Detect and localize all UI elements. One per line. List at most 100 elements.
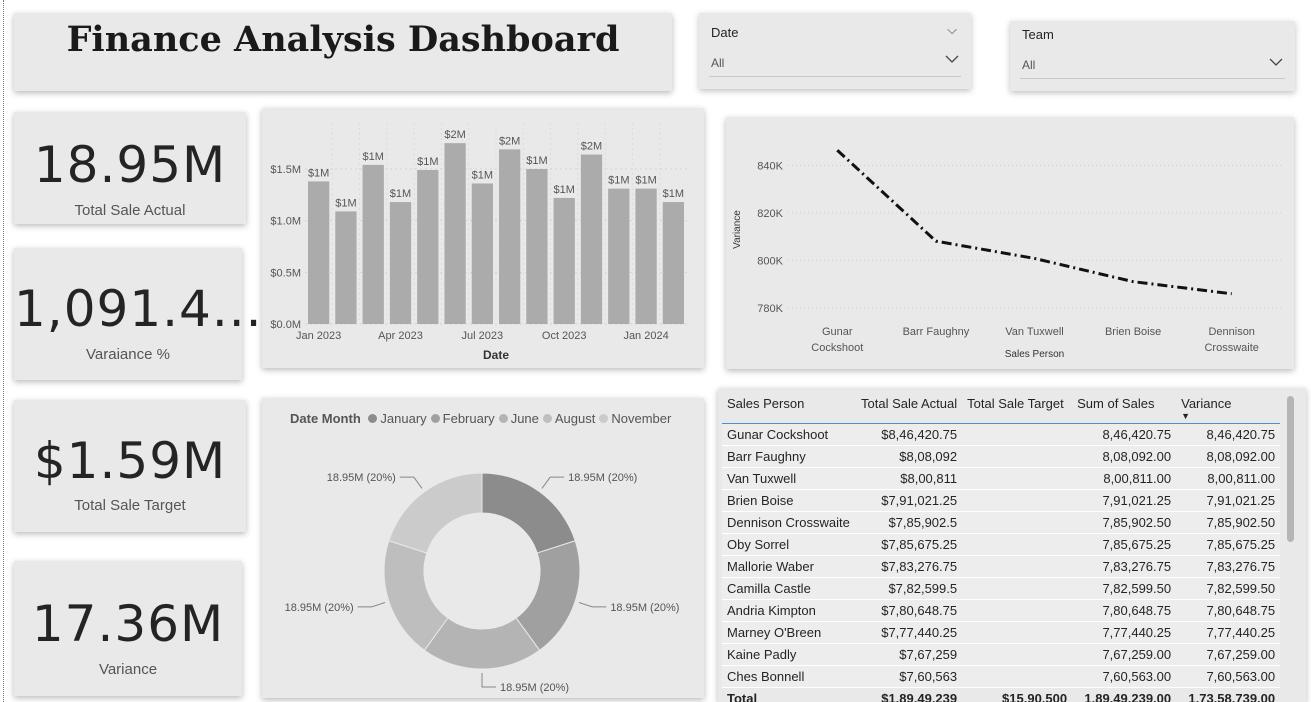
- table-cell: [962, 533, 1073, 556]
- page-title: Finance Analysis Dashboard: [66, 19, 620, 60]
- bar-data-label: $1M: [472, 169, 493, 181]
- x-tick-label: Jan 2024: [623, 330, 668, 342]
- donut-slice: [481, 472, 576, 554]
- variance-line-chart-card: 780K 800K 820K 840K Gunar Cockshoot Barr Faugh…: [726, 117, 1294, 369]
- legend-item[interactable]: January: [368, 411, 427, 426]
- bar: [662, 202, 684, 324]
- table-row[interactable]: Kaine Padly $7,67,259 7,67,259.00 7,67,259.…: [722, 643, 1281, 666]
- table-cell: 7,67,259.00: [1176, 643, 1281, 666]
- table-row[interactable]: Andria Kimpton $7,80,648.75 7,80,648.75 7,8…: [722, 599, 1281, 622]
- date-slicer-value[interactable]: All: [711, 56, 724, 70]
- table-cell: $7,83,276.75: [856, 555, 963, 578]
- table-cell: $7,80,648.75: [856, 599, 963, 622]
- kpi-card-variance: 17.36M Variance: [14, 561, 242, 696]
- monthly-sales-chart-card: $0.0M $0.5M $1.0M $1.5M $1M $1M $1M $1M $1M $2M $1…: [262, 108, 704, 368]
- legend-dot-icon: [542, 414, 552, 423]
- table-cell: Oby Sorrel: [722, 533, 856, 556]
- bar-data-label: $2M: [581, 141, 602, 153]
- total-cell: 1,89,49,239.00: [1072, 687, 1177, 702]
- y-tick-label: 800K: [757, 255, 783, 267]
- table-row[interactable]: Ches Bonnell $7,60,563 7,60,563.00 7,60,563…: [722, 665, 1281, 688]
- bar-data-label: $1M: [308, 167, 329, 179]
- table-row[interactable]: Barr Faughny $8,08,092 8,08,092.00 8,08,092…: [722, 445, 1281, 468]
- team-slicer-underline: [1020, 78, 1285, 79]
- column-header-sales-person[interactable]: Sales Person: [722, 392, 856, 424]
- slice-label: 18.95M (20%): [500, 682, 569, 694]
- bar: [308, 181, 330, 324]
- bar: [471, 183, 493, 324]
- table-scrollbar[interactable]: [1287, 396, 1294, 542]
- sort-descending-icon[interactable]: ▼: [1181, 411, 1190, 421]
- table-cell: Camilla Castle: [722, 577, 856, 600]
- legend-item[interactable]: February: [430, 411, 495, 426]
- bar: [635, 188, 657, 324]
- table-cell: [962, 489, 1073, 512]
- table-row[interactable]: Brien Boise $7,91,021.25 7,91,021.25 7,91,0…: [722, 489, 1281, 512]
- x-tick-label-line: Crosswaite: [1204, 342, 1258, 354]
- table-cell: $7,77,440.25: [856, 621, 963, 644]
- variance-series-line: [836, 149, 1232, 296]
- total-cell: 1,73,58,739.00: [1176, 687, 1281, 702]
- slice-leader-line: [481, 673, 496, 688]
- table-cell: Dennison Crosswaite: [722, 511, 856, 534]
- x-tick-label-line: Cockshoot: [811, 342, 863, 354]
- x-tick-label: Gunar Cockshoot: [811, 326, 863, 354]
- table-cell: [962, 445, 1073, 468]
- table-row[interactable]: Dennison Crosswaite $7,85,902.5 7,85,902.5…: [722, 511, 1281, 534]
- kpi-value: 17.36M: [31, 595, 225, 653]
- bar-data-label: $1M: [608, 175, 629, 187]
- table-cell: 7,77,440.25: [1072, 621, 1177, 644]
- table-cell: [962, 599, 1073, 622]
- legend-label: June: [510, 411, 539, 426]
- bar-data-label: $2M: [444, 129, 465, 141]
- bar: [553, 197, 575, 324]
- donut-slice: [388, 472, 483, 554]
- team-dropdown-chevron-icon[interactable]: [1269, 54, 1283, 70]
- bar: [417, 170, 439, 324]
- table-cell: [962, 423, 1073, 446]
- table-row[interactable]: Van Tuxwell $8,00,811 8,00,811.00 8,00,811.…: [722, 467, 1281, 490]
- table-cell: [962, 621, 1073, 644]
- table-cell: 7,80,648.75: [1176, 599, 1281, 622]
- table-row[interactable]: Gunar Cockshoot $8,46,420.75 8,46,420.75 8,…: [722, 423, 1281, 446]
- date-dropdown-chevron-icon[interactable]: [945, 51, 959, 67]
- table-cell: $7,85,675.25: [856, 533, 963, 556]
- kpi-card-total-sale-target: $1.59M Total Sale Target: [14, 400, 246, 532]
- team-slicer-value[interactable]: All: [1022, 58, 1035, 72]
- legend-item[interactable]: August: [542, 411, 595, 426]
- x-tick-label-line: Brien Boise: [1105, 326, 1161, 338]
- table-row[interactable]: Mallorie Waber $7,83,276.75 7,83,276.75 7,8…: [722, 555, 1281, 578]
- bar-data-label: $2M: [499, 135, 520, 147]
- bar: [389, 202, 412, 324]
- table-cell: 7,85,675.25: [1072, 533, 1177, 556]
- x-tick-label-line: Barr Faughny: [903, 326, 970, 338]
- table-row[interactable]: Marney O'Breen $7,77,440.25 7,77,440.25 7,7…: [722, 621, 1281, 644]
- table-cell: Mallorie Waber: [722, 555, 856, 578]
- kpi-card-variance-percent: 1,091.4... Varaiance %: [14, 248, 262, 380]
- slice-label: 18.95M (20%): [327, 472, 396, 484]
- legend-dot-icon: [498, 414, 508, 423]
- table-cell: 7,82,599.50: [1072, 577, 1177, 600]
- table-cell: 7,60,563.00: [1072, 665, 1177, 688]
- column-header-total-sale-actual[interactable]: Total Sale Actual: [856, 392, 962, 424]
- table-cell: 7,67,259.00: [1072, 643, 1177, 666]
- title-card: Finance Analysis Dashboard: [14, 13, 672, 91]
- y-tick-label: $0.5M: [270, 267, 301, 279]
- table-cell: Andria Kimpton: [722, 599, 856, 622]
- legend-item[interactable]: November: [599, 411, 671, 426]
- total-cell: $15,90,500: [962, 687, 1073, 702]
- column-header-variance[interactable]: Variance ▼: [1176, 392, 1280, 424]
- date-slicer-label: Date: [711, 25, 739, 40]
- chevron-down-icon[interactable]: ⌵: [947, 22, 957, 38]
- table-cell: 7,83,276.75: [1072, 555, 1177, 578]
- slice-label: 18.95M (20%): [285, 602, 354, 614]
- column-header-sum-of-sales[interactable]: Sum of Sales: [1072, 392, 1176, 424]
- legend-item[interactable]: June: [498, 411, 539, 426]
- table-row[interactable]: Camilla Castle $7,82,599.5 7,82,599.50 7,82…: [722, 577, 1281, 600]
- table-cell: $8,46,420.75: [856, 423, 963, 446]
- bar-data-label: $1M: [526, 155, 547, 167]
- legend-label: November: [611, 411, 672, 426]
- column-header-total-sale-target[interactable]: Total Sale Target: [962, 392, 1072, 424]
- y-axis-title: Variance: [732, 210, 743, 249]
- table-row[interactable]: Oby Sorrel $7,85,675.25 7,85,675.25 7,85,67…: [722, 533, 1281, 556]
